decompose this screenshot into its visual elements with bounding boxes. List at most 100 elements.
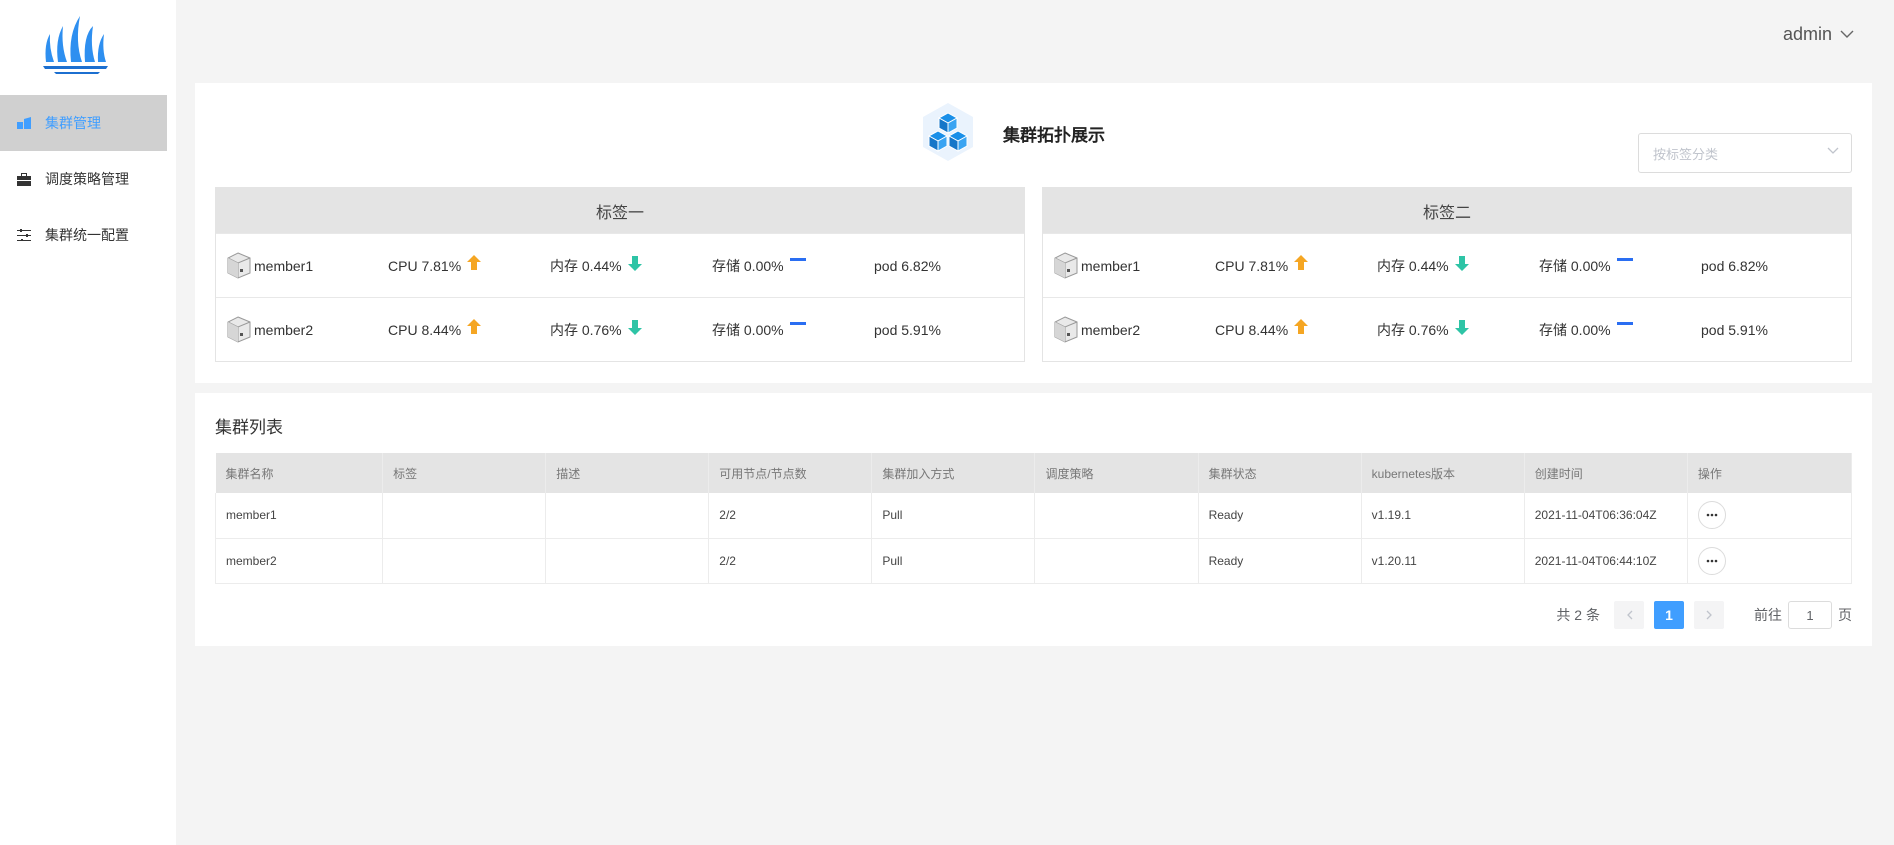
- storage-stat: 存储 0.00%: [1539, 298, 1633, 362]
- cell-created-at: 2021-11-04T06:44:10Z: [1524, 538, 1688, 584]
- flat-dash-icon: [789, 322, 806, 326]
- pod-stat: pod 5.91%: [874, 322, 941, 338]
- logo: [43, 16, 108, 74]
- member-name: member2: [1053, 298, 1140, 362]
- sidebar-item-scheduling-policy[interactable]: 调度策略管理: [0, 151, 167, 207]
- tag-group: 标签一 member1 CPU 7.81% 内存 0.44% 存储 0.00% …: [215, 187, 1025, 362]
- column-header[interactable]: 标签: [382, 453, 547, 493]
- topology-header: 集群拓扑展示 按标签分类: [195, 101, 1872, 201]
- column-header[interactable]: kubernetes版本: [1361, 453, 1525, 493]
- pod-stat: pod 5.91%: [1701, 322, 1768, 338]
- storage-stat: 存储 0.00%: [712, 298, 806, 362]
- sliders-icon: [16, 227, 32, 243]
- pod-stat: pod 6.82%: [874, 258, 941, 274]
- chevron-down-icon: [1840, 30, 1854, 38]
- goto-page-input[interactable]: [1788, 601, 1832, 629]
- arrow-up-icon: [1294, 318, 1309, 334]
- chevron-right-icon: [1706, 610, 1712, 620]
- cell-nodes: 2/2: [708, 538, 873, 584]
- topology-card: 集群拓扑展示 按标签分类 标签一 member1 CPU 7.81% 内存 0.…: [195, 83, 1872, 383]
- more-actions-button[interactable]: [1697, 546, 1726, 575]
- member-row: member1 CPU 7.81% 内存 0.44% 存储 0.00% pod …: [1043, 233, 1851, 297]
- storage-stat: 存储 0.00%: [1539, 234, 1633, 298]
- username: admin: [1782, 24, 1832, 44]
- tag-group-title: 标签一: [216, 188, 1024, 233]
- member-row: member2 CPU 8.44% 内存 0.76% 存储 0.00% pod …: [1043, 297, 1851, 361]
- sidebar-item-label: 调度策略管理: [45, 171, 129, 187]
- goto-prefix: 前往: [1754, 607, 1782, 623]
- user-menu[interactable]: admin: [1783, 24, 1854, 45]
- cell-cluster-name: member2: [214, 538, 384, 584]
- next-page-button[interactable]: [1694, 601, 1724, 629]
- prev-page-button[interactable]: [1614, 601, 1644, 629]
- goto-suffix: 页: [1838, 607, 1852, 623]
- memory-stat: 内存 0.76%: [550, 298, 642, 362]
- flat-dash-icon: [789, 258, 806, 262]
- cluster-icon: [16, 115, 32, 131]
- cell-nodes: 2/2: [708, 493, 873, 539]
- cell-description: [545, 538, 710, 584]
- column-header[interactable]: 调度策略: [1034, 453, 1199, 493]
- column-header[interactable]: 集群加入方式: [871, 453, 1036, 493]
- memory-stat: 内存 0.44%: [1377, 234, 1469, 298]
- member-name: member1: [226, 234, 313, 298]
- sidebar-item-cluster-management[interactable]: 集群管理: [0, 95, 167, 151]
- sidebar-menu: 集群管理 调度策略管理 集群统一配置: [0, 95, 167, 263]
- cell-status: Ready: [1198, 538, 1362, 584]
- server-cube-icon: [1053, 315, 1081, 345]
- topology-title: 集群拓扑展示: [1003, 126, 1105, 145]
- memory-stat: 内存 0.44%: [550, 234, 642, 298]
- sidebar-item-label: 集群管理: [45, 115, 101, 131]
- arrow-down-icon: [1454, 319, 1469, 335]
- server-cube-icon: [226, 251, 254, 281]
- select-placeholder: 按标签分类: [1653, 146, 1719, 162]
- arrow-up-icon: [467, 254, 482, 270]
- chevron-left-icon: [1626, 610, 1632, 620]
- column-header[interactable]: 集群名称: [215, 453, 384, 493]
- column-header: 操作: [1687, 453, 1853, 493]
- arrow-down-icon: [1454, 255, 1469, 271]
- server-cube-icon: [1053, 251, 1081, 281]
- member-name: member2: [226, 298, 313, 362]
- cpu-stat: CPU 8.44%: [1215, 298, 1309, 362]
- cluster-list-title: 集群列表: [215, 418, 283, 437]
- memory-stat: 内存 0.76%: [1377, 298, 1469, 362]
- column-header[interactable]: 创建时间: [1524, 453, 1688, 493]
- briefcase-icon: [16, 171, 32, 187]
- ellipsis-icon: [1706, 559, 1718, 562]
- column-header[interactable]: 集群状态: [1198, 453, 1362, 493]
- arrow-down-icon: [627, 255, 642, 271]
- cell-k8s-version: v1.20.11: [1361, 538, 1525, 584]
- table-row[interactable]: member1 2/2 Pull Ready v1.19.1 2021-11-0…: [214, 493, 1853, 539]
- cubes-icon: [923, 103, 973, 161]
- cell-tag: [382, 493, 547, 539]
- cell-actions: [1687, 493, 1853, 539]
- flat-dash-icon: [1616, 258, 1633, 262]
- cell-description: [545, 493, 710, 539]
- arrow-down-icon: [627, 319, 642, 335]
- label-filter-select[interactable]: 按标签分类: [1638, 133, 1852, 173]
- cpu-stat: CPU 8.44%: [388, 298, 482, 362]
- cluster-list-card: 集群列表 集群名称 标签 描述 可用节点/节点数 集群加入方式 调度策略 集群状…: [195, 393, 1872, 646]
- cluster-table: 集群名称 标签 描述 可用节点/节点数 集群加入方式 调度策略 集群状态 kub…: [214, 453, 1853, 584]
- table-row[interactable]: member2 2/2 Pull Ready v1.20.11 2021-11-…: [214, 538, 1853, 584]
- sidebar-item-unified-config[interactable]: 集群统一配置: [0, 207, 167, 263]
- column-header[interactable]: 可用节点/节点数: [708, 453, 873, 493]
- more-actions-button[interactable]: [1697, 501, 1726, 530]
- pod-stat: pod 6.82%: [1701, 258, 1768, 274]
- page-number-button[interactable]: 1: [1654, 601, 1684, 629]
- cell-policy: [1034, 538, 1199, 584]
- cell-policy: [1034, 493, 1199, 539]
- arrow-up-icon: [1294, 254, 1309, 270]
- cell-created-at: 2021-11-04T06:36:04Z: [1524, 493, 1688, 539]
- table-header-row: 集群名称 标签 描述 可用节点/节点数 集群加入方式 调度策略 集群状态 kub…: [215, 453, 1853, 493]
- cell-k8s-version: v1.19.1: [1361, 493, 1525, 539]
- column-header[interactable]: 描述: [545, 453, 710, 493]
- ellipsis-icon: [1706, 513, 1718, 517]
- member-row: member2 CPU 8.44% 内存 0.76% 存储 0.00% pod …: [216, 297, 1024, 361]
- pagination-total: 共 2 条: [1556, 607, 1600, 623]
- cell-join-mode: Pull: [871, 538, 1036, 584]
- tag-group-title: 标签二: [1043, 188, 1851, 233]
- member-name: member1: [1053, 234, 1140, 298]
- chevron-down-icon: [1827, 147, 1839, 154]
